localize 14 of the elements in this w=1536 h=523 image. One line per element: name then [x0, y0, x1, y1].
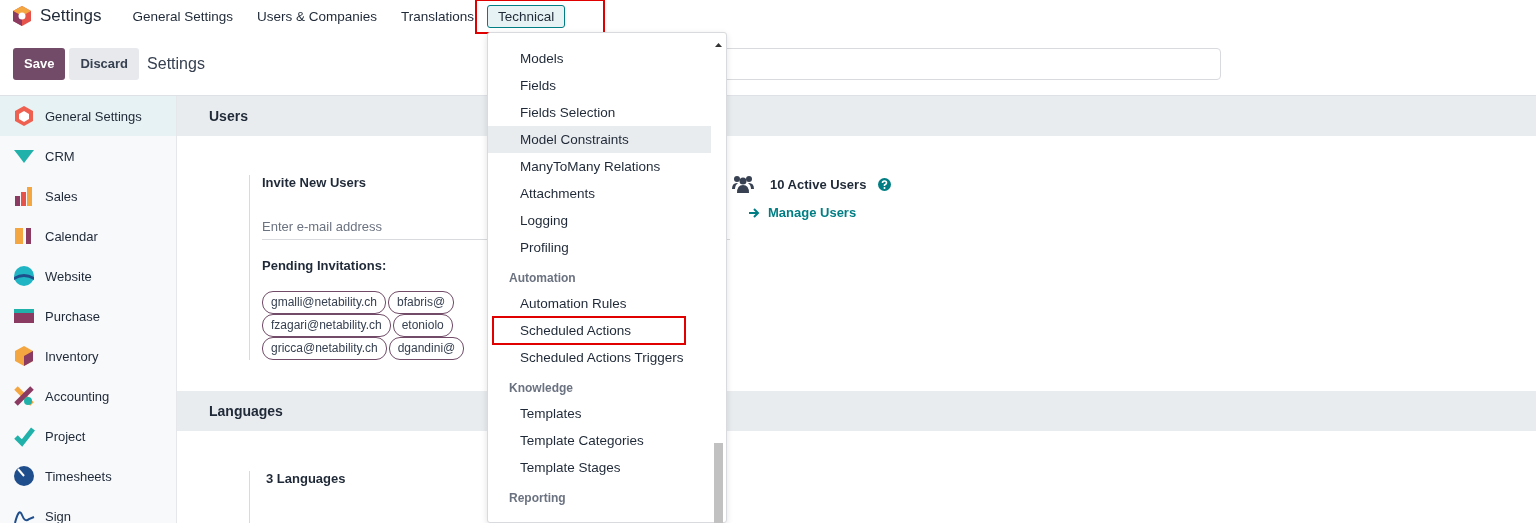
menu-section-title: Reporting: [508, 490, 567, 507]
email-tag: gmalli@netability.ch: [262, 291, 386, 314]
email-tag: dgandini@: [388, 337, 465, 360]
email-tag: etoniolo: [392, 314, 453, 337]
active-users-count: 10 Active Users: [770, 176, 867, 192]
languages-count: 3 Languages: [266, 471, 347, 486]
invite-label: Invite New Users: [262, 175, 368, 190]
email-tag: fzagari@netability.ch: [262, 314, 391, 337]
email-tag: bfabris@: [388, 291, 455, 314]
menu-section-title: Automation: [508, 270, 577, 287]
app-title: Settings: [40, 6, 102, 26]
pending-label: Pending Invitations:: [262, 258, 388, 273]
breadcrumb: Settings: [147, 54, 205, 73]
email-tag: gricca@netability.ch: [262, 337, 387, 360]
